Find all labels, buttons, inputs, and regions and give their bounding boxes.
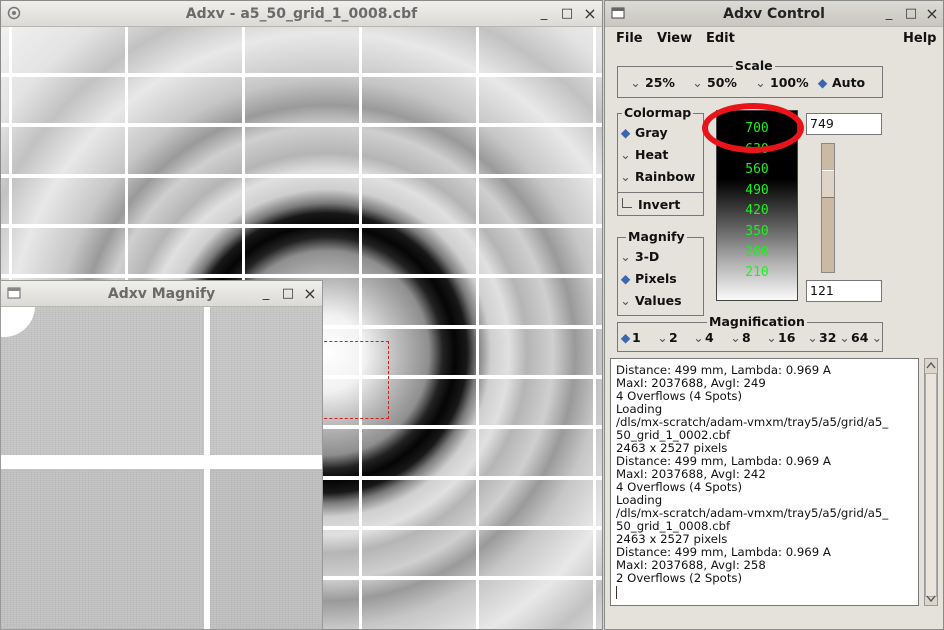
text-cursor	[616, 586, 617, 599]
log-lines: Distance: 499 mm, Lambda: 0.969 A MaxI: 2…	[611, 359, 918, 585]
scrollbar-thumb[interactable]	[925, 373, 937, 597]
menu-edit[interactable]: Edit	[706, 31, 735, 46]
close-button[interactable]: ×	[581, 4, 599, 24]
magnify-titlebar[interactable]: Adxv Magnify _ □ ×	[1, 281, 322, 307]
magnify-region-box[interactable]	[319, 341, 389, 419]
magnify-option-pixels[interactable]: ◆ Pixels	[619, 271, 677, 287]
close-button[interactable]: ×	[301, 284, 319, 304]
minimize-button[interactable]: _	[257, 284, 275, 304]
magnification-option-1[interactable]: ◆ 1	[619, 330, 641, 345]
maximize-button[interactable]: □	[902, 4, 920, 24]
detector-gap	[1, 123, 602, 127]
minimize-button[interactable]: _	[535, 4, 553, 24]
colorbar-label: 490	[745, 183, 769, 198]
red-highlight-circle	[702, 103, 804, 153]
magnify-window: Adxv Magnify _ □ ×	[0, 280, 323, 630]
control-window: Adxv Control _ □ × File View Edit Help S…	[604, 0, 944, 630]
min-value-input[interactable]: 121	[806, 280, 882, 302]
radio-icon: ⌄	[620, 169, 631, 184]
magnification-option-64[interactable]: ⌄64 ⌄	[838, 330, 886, 345]
magnification-option-8[interactable]: ⌄8	[729, 330, 750, 345]
radio-icon: ⌄	[657, 330, 668, 345]
max-value-input[interactable]: 749	[806, 113, 882, 135]
radio-selected-icon: ◆	[817, 75, 828, 90]
magnified-pixels-view[interactable]	[1, 307, 322, 629]
menu-help[interactable]: Help	[903, 31, 936, 46]
magnify-option-3d[interactable]: ⌄ 3-D	[619, 249, 659, 265]
detector-gap	[476, 27, 479, 629]
slider-thumb[interactable]	[822, 170, 834, 198]
colormap-option-rainbow[interactable]: ⌄ Rainbow	[619, 169, 695, 185]
colorbar-label: 560	[745, 162, 769, 177]
detector-gap	[1, 174, 602, 178]
divider	[617, 192, 704, 193]
radio-selected-icon: ◆	[620, 330, 631, 345]
pixel-region	[1, 307, 204, 455]
checkbox-icon	[622, 198, 632, 208]
radio-selected-icon: ◆	[620, 271, 631, 286]
scale-option-25[interactable]: ⌄ 25%	[629, 75, 675, 91]
radio-icon: ⌄	[730, 330, 741, 345]
magnification-option-32[interactable]: ⌄32	[806, 330, 836, 345]
radio-selected-icon: ◆	[620, 125, 631, 140]
scale-option-50[interactable]: ⌄ 50%	[691, 75, 737, 91]
colorbar-label: 210	[745, 265, 769, 280]
radio-icon: ⌄	[755, 75, 766, 90]
pixel-region	[210, 469, 322, 629]
scale-option-100[interactable]: ⌄ 100%	[754, 75, 808, 91]
maximize-button[interactable]: □	[279, 284, 297, 304]
pixel-region	[210, 307, 322, 455]
colorbar-label: 350	[745, 224, 769, 239]
log-scrollbar[interactable]	[924, 358, 938, 606]
scroll-up-icon[interactable]	[926, 361, 936, 369]
detector-gap	[359, 27, 362, 629]
log-line: 2 Overflows (2 Spots)	[616, 571, 743, 585]
radio-icon: ⌄	[630, 75, 641, 90]
detector-gap	[593, 27, 596, 629]
magnification-option-2[interactable]: ⌄2	[656, 330, 677, 345]
minimize-button[interactable]: _	[880, 4, 898, 24]
detector-gap	[1, 224, 602, 228]
scale-legend: Scale	[733, 58, 775, 73]
colorbar-label: 280	[745, 245, 769, 260]
radio-icon: ⌄	[692, 75, 703, 90]
menu-view[interactable]: View	[657, 31, 692, 46]
radio-icon: ⌄	[766, 330, 777, 345]
radio-icon: ⌄	[871, 330, 883, 345]
menu-bar: File View Edit Help	[605, 27, 943, 53]
colormap-option-heat[interactable]: ⌄ Heat	[619, 147, 668, 163]
magnification-option-16[interactable]: ⌄16	[765, 330, 795, 345]
contrast-slider[interactable]	[821, 143, 835, 273]
radio-icon: ⌄	[620, 293, 631, 308]
control-titlebar[interactable]: Adxv Control _ □ ×	[605, 1, 943, 27]
main-window-title: Adxv - a5_50_grid_1_0008.cbf	[185, 6, 418, 22]
magnify-option-values[interactable]: ⌄ Values	[619, 293, 681, 309]
detector-gap	[1, 274, 602, 278]
magnification-legend: Magnification	[707, 314, 807, 329]
radio-icon: ⌄	[620, 249, 631, 264]
scale-option-auto[interactable]: ◆ Auto	[816, 75, 865, 91]
colorbar-label: 420	[745, 203, 769, 218]
magnification-option-4[interactable]: ⌄4	[692, 330, 713, 345]
pixel-region	[1, 469, 204, 629]
colormap-legend: Colormap	[622, 105, 694, 120]
maximize-button[interactable]: □	[558, 4, 576, 24]
scroll-down-icon[interactable]	[926, 595, 936, 603]
radio-icon: ⌄	[693, 330, 704, 345]
radio-icon: ⌄	[807, 330, 818, 345]
detector-gap	[1, 73, 602, 77]
radio-icon: ⌄	[620, 147, 631, 162]
main-titlebar[interactable]: Adxv - a5_50_grid_1_0008.cbf _ □ ×	[1, 1, 602, 27]
log-text-area[interactable]: Distance: 499 mm, Lambda: 0.969 A MaxI: 2…	[610, 358, 919, 606]
invert-checkbox[interactable]: Invert	[619, 197, 680, 213]
colormap-option-gray[interactable]: ◆ Gray	[619, 125, 668, 141]
magnify-legend: Magnify	[626, 229, 687, 244]
radio-icon: ⌄	[839, 330, 850, 345]
menu-file[interactable]: File	[616, 31, 643, 46]
close-button[interactable]: ×	[923, 4, 941, 24]
